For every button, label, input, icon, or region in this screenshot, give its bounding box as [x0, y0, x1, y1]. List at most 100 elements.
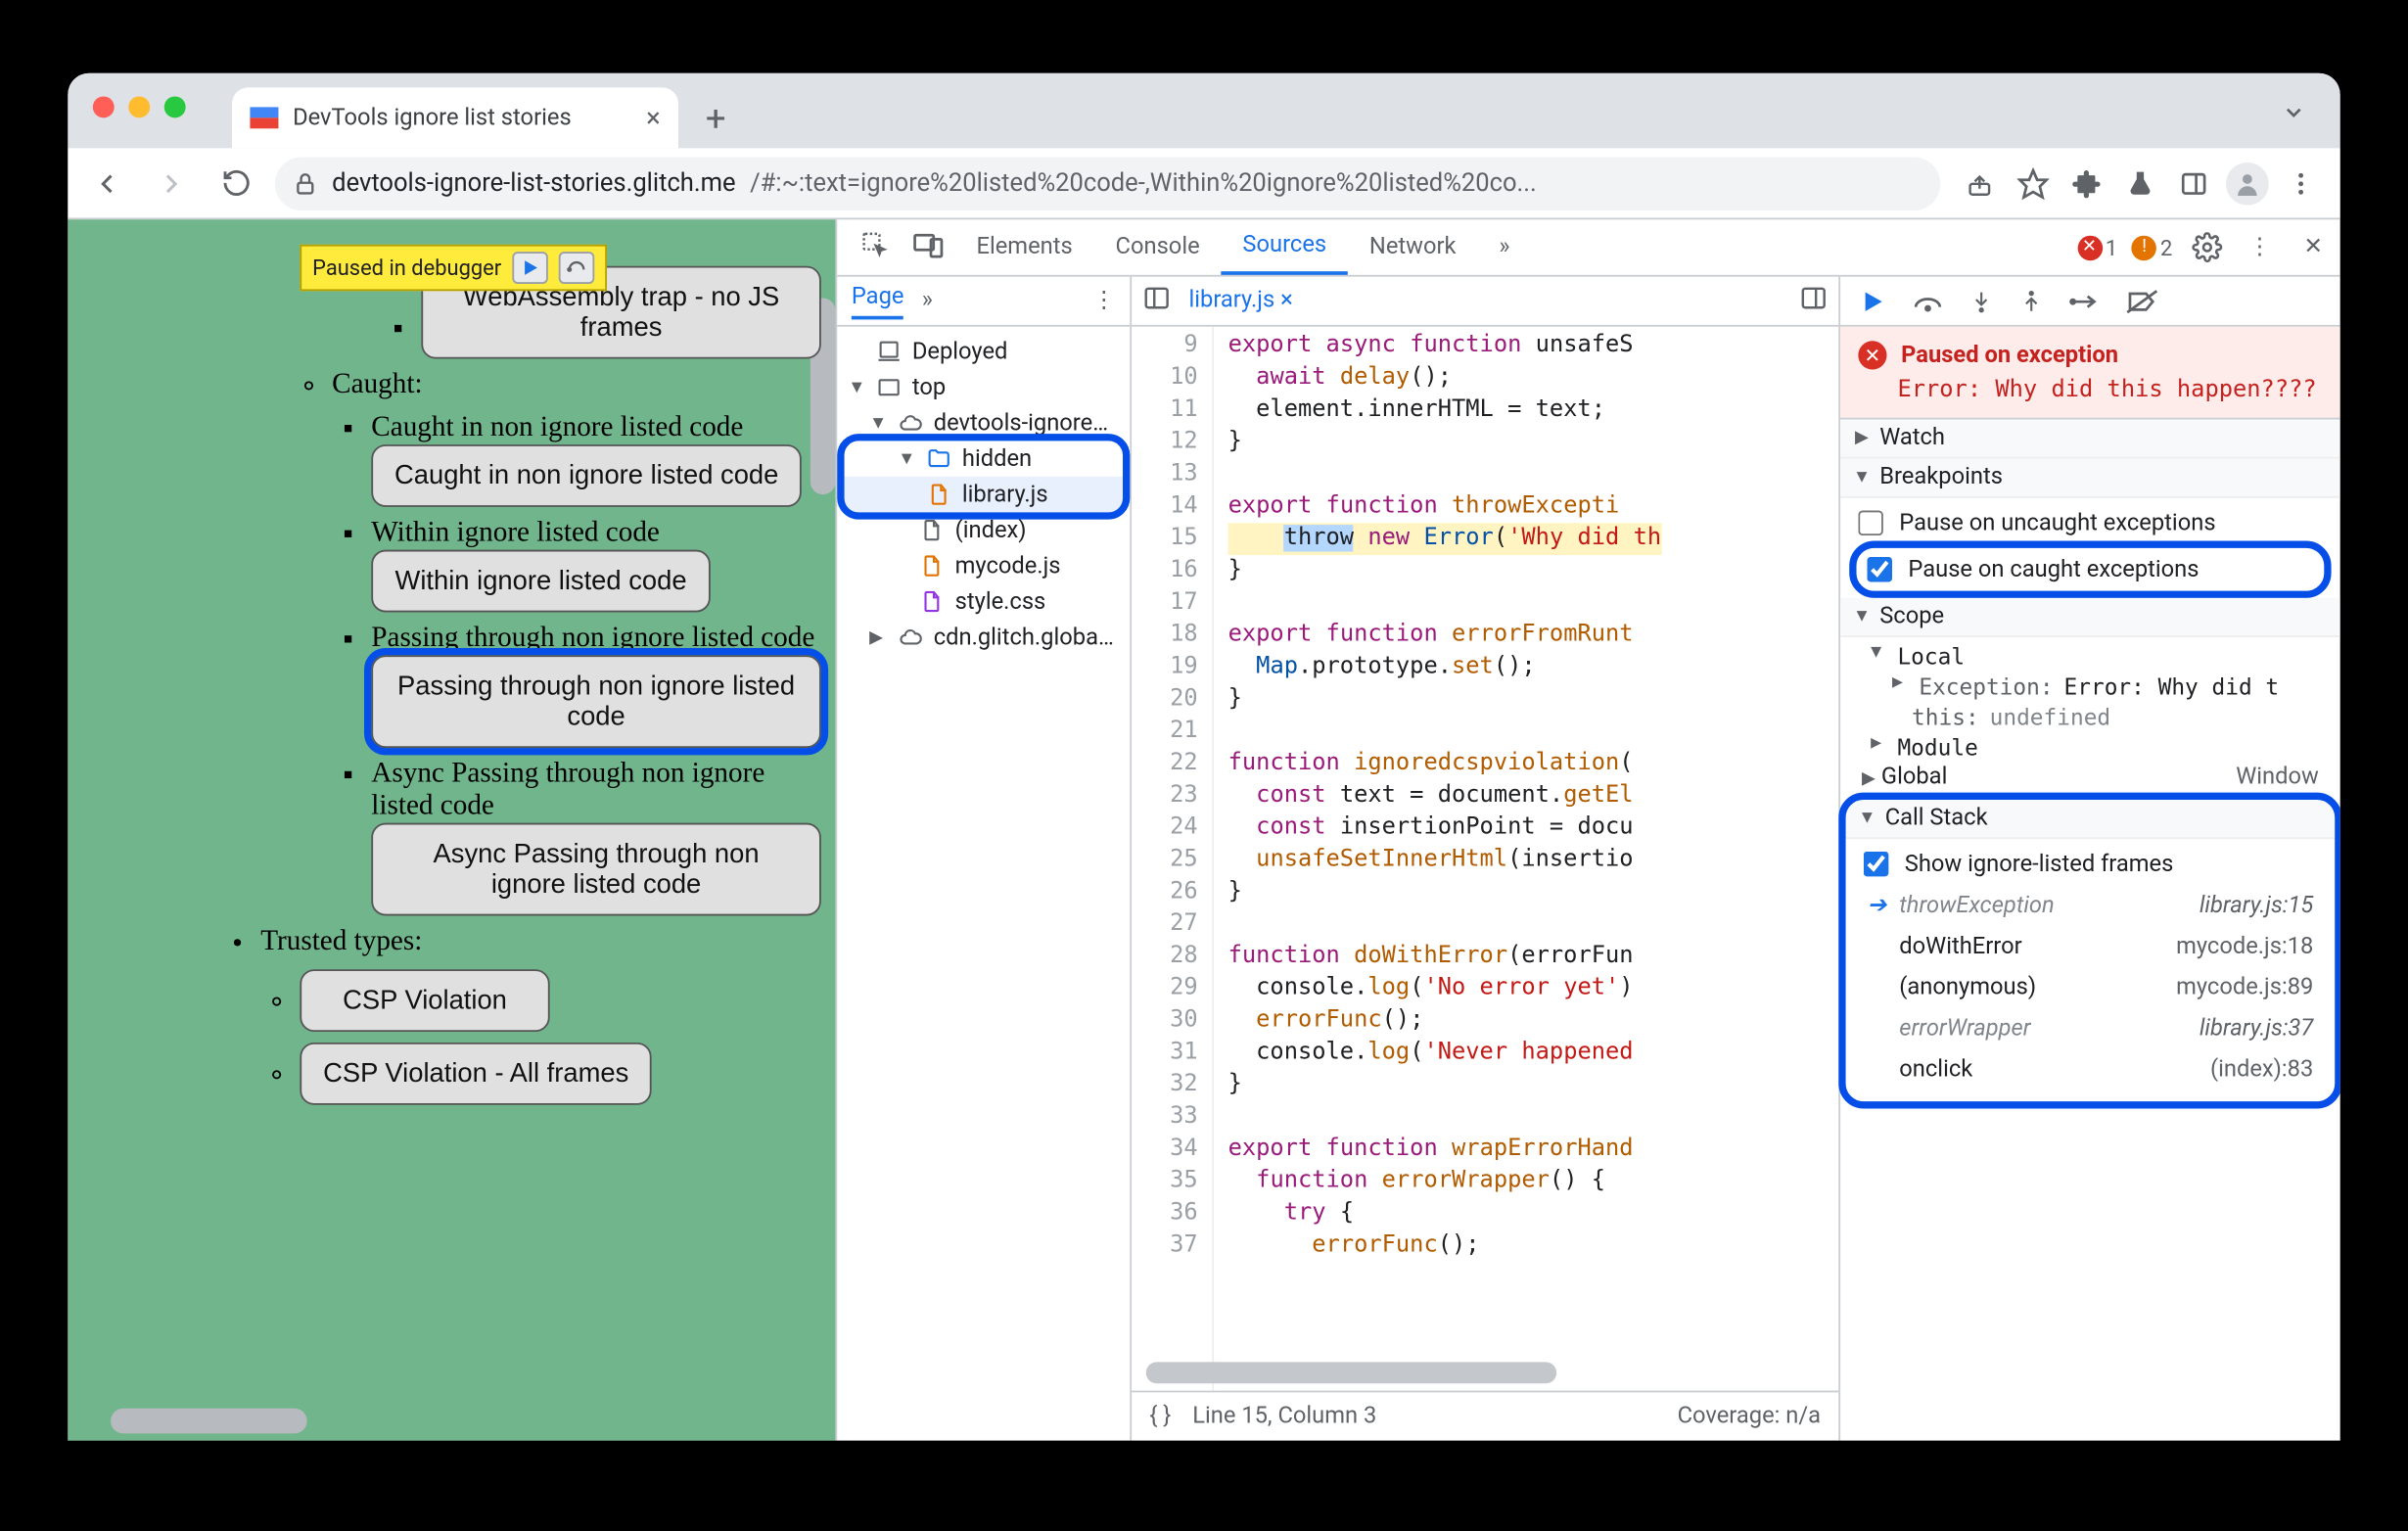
forward-button [147, 158, 197, 208]
tree-file-index[interactable]: (index) [837, 512, 1130, 547]
section-watch[interactable]: ▶Watch [1840, 420, 2340, 459]
checkbox-pause-uncaught[interactable]: Pause on uncaught exceptions [1851, 501, 2330, 544]
page-button[interactable]: CSP Violation - All frames [300, 1043, 652, 1105]
page-scrollbar-horizontal[interactable] [111, 1409, 307, 1434]
devtools-panel: Elements Console Sources Network » ✕1 !2… [835, 219, 2339, 1440]
tree-origin-cdn[interactable]: ▶cdn.glitch.globa… [837, 620, 1130, 655]
extensions-button[interactable] [2061, 158, 2111, 208]
list-item: Caught: Caught in non ignore listed code… [332, 369, 821, 915]
step-button[interactable] [2069, 289, 2102, 314]
inspect-element-button[interactable] [848, 219, 902, 269]
scope-local[interactable]: ▼Local [1851, 641, 2330, 672]
rendered-page: WebAssembly trap - no JS frames Caught: … [68, 219, 835, 1440]
error-counter[interactable]: ✕1 [2069, 219, 2124, 275]
scope-exception[interactable]: ▶Exception: Error: Why did t [1851, 672, 2330, 702]
settings-button[interactable] [2180, 219, 2234, 275]
window-minimize-button[interactable] [128, 96, 150, 117]
section-callstack[interactable]: ▼Call Stack [1846, 800, 2336, 839]
tree-file-mycode[interactable]: mycode.js [837, 548, 1130, 583]
line-gutter[interactable]: 9101112131415161718192021222324252627282… [1132, 327, 1214, 1391]
tree-file-style[interactable]: style.css [837, 583, 1130, 619]
step-into-button[interactable] [1968, 287, 1994, 315]
debugger-sidebar: ✕Paused on exception Error: Why did this… [1840, 277, 2340, 1441]
reload-button[interactable] [210, 158, 260, 208]
step-out-button[interactable] [2018, 287, 2044, 315]
share-button[interactable] [1955, 158, 2005, 208]
pretty-print-button[interactable]: { } [1149, 1403, 1171, 1429]
tree-file-library[interactable]: library.js [845, 477, 1123, 512]
list-item: Passing through non ignore listed code P… [371, 623, 821, 748]
warning-counter[interactable]: !2 [2125, 219, 2180, 275]
navigator-menu-button[interactable]: ⋮ [1092, 288, 1116, 314]
devtools-menu-button[interactable]: ⋮ [2233, 219, 2287, 275]
page-button[interactable]: Within ignore listed code [371, 550, 710, 613]
overlay-step-button[interactable] [559, 252, 594, 284]
page-button[interactable]: Async Passing through non ignore listed … [371, 823, 821, 916]
folder-icon [926, 444, 951, 473]
scope-global[interactable]: ▶ GlobalWindow [1851, 763, 2330, 793]
tree-deployed[interactable]: Deployed [837, 334, 1130, 369]
css-file-icon [919, 587, 945, 616]
tree-folder-hidden[interactable]: ▼hidden [845, 441, 1123, 476]
window-zoom-button[interactable] [164, 96, 186, 117]
callstack-frame[interactable]: onclick(index):83 [1857, 1049, 2325, 1090]
scope-module[interactable]: ▶Module [1851, 732, 2330, 763]
callstack-frame[interactable]: ➔throwExceptionlibrary.js:15 [1857, 885, 2325, 926]
step-over-button[interactable] [1912, 289, 1944, 314]
callstack-frame[interactable]: doWithErrormycode.js:18 [1857, 926, 2325, 967]
side-panel-button[interactable] [2169, 158, 2219, 208]
back-button[interactable] [82, 158, 132, 208]
checkbox-show-ignore-listed[interactable]: Show ignore-listed frames [1857, 843, 2325, 886]
html-file-icon [919, 516, 945, 544]
editor-scrollbar-horizontal[interactable] [1146, 1362, 1556, 1383]
sources-navigator: Page » ⋮ Deployed ▼top ▼devtools-ignore…… [837, 277, 1132, 1441]
callstack-frame[interactable]: (anonymous)mycode.js:89 [1857, 967, 2325, 1008]
device-toolbar-button[interactable] [902, 219, 955, 269]
browser-toolbar: devtools-ignore-list-stories.glitch.me /#… [68, 148, 2339, 219]
address-bar[interactable]: devtools-ignore-list-stories.glitch.me /#… [275, 157, 1940, 210]
close-tab-button[interactable]: × [646, 102, 661, 134]
list-item: Within ignore listed code Within ignore … [371, 518, 821, 613]
url-host: devtools-ignore-list-stories.glitch.me [332, 168, 735, 197]
close-devtools-button[interactable]: ✕ [2287, 219, 2340, 275]
resume-button[interactable] [1858, 287, 1886, 315]
labs-button[interactable] [2115, 158, 2165, 208]
list-item: CSP Violation [300, 969, 820, 1032]
toggle-debugger-button[interactable] [1799, 283, 1828, 318]
bookmark-button[interactable] [2009, 158, 2059, 208]
page-button-highlighted[interactable]: Passing through non ignore listed code [371, 655, 821, 748]
section-scope[interactable]: ▼Scope [1840, 598, 2340, 637]
tab-console[interactable]: Console [1094, 219, 1222, 275]
browser-tab[interactable]: DevTools ignore list stories × [232, 87, 678, 148]
chrome-menu-button[interactable] [2276, 158, 2326, 208]
editor-tab[interactable]: library.js × [1188, 288, 1292, 314]
tree-origin[interactable]: ▼devtools-ignore… [837, 405, 1130, 441]
window-close-button[interactable] [93, 96, 115, 117]
page-button[interactable]: CSP Violation [300, 969, 549, 1032]
new-tab-button[interactable]: + [689, 91, 743, 145]
tab-overflow-button[interactable]: » [1477, 219, 1531, 275]
toggle-navigator-button[interactable] [1142, 283, 1171, 318]
tree-top[interactable]: ▼top [837, 369, 1130, 404]
tab-network[interactable]: Network [1348, 219, 1477, 275]
source-code[interactable]: export async function unsafeS await dela… [1214, 327, 1661, 1391]
tab-elements[interactable]: Elements [955, 219, 1094, 275]
section-breakpoints[interactable]: ▼Breakpoints [1840, 459, 2340, 498]
callstack-frame[interactable]: errorWrapperlibrary.js:37 [1857, 1008, 2325, 1049]
js-file-icon [926, 481, 951, 509]
paused-banner: ✕Paused on exception Error: Why did this… [1840, 327, 2340, 420]
navigator-tab-page[interactable]: Page [852, 283, 904, 318]
list-item: CSP Violation - All frames [300, 1043, 820, 1105]
url-path: /#:~:text=ignore%20listed%20code-,Within… [750, 168, 1537, 197]
profile-button[interactable] [2222, 158, 2272, 208]
deactivate-breakpoints-button[interactable] [2126, 287, 2158, 315]
js-file-icon [919, 551, 945, 580]
navigator-overflow-button[interactable]: » [922, 288, 933, 314]
error-icon: ✕ [1858, 341, 1886, 369]
checkbox-pause-caught[interactable]: Pause on caught exceptions [1860, 548, 2320, 591]
tab-sources[interactable]: Sources [1222, 219, 1348, 275]
tab-list-button[interactable] [2272, 91, 2315, 134]
browser-tab-strip: DevTools ignore list stories × + [68, 73, 2339, 149]
page-button[interactable]: Caught in non ignore listed code [371, 444, 802, 507]
overlay-resume-button[interactable] [512, 252, 547, 284]
